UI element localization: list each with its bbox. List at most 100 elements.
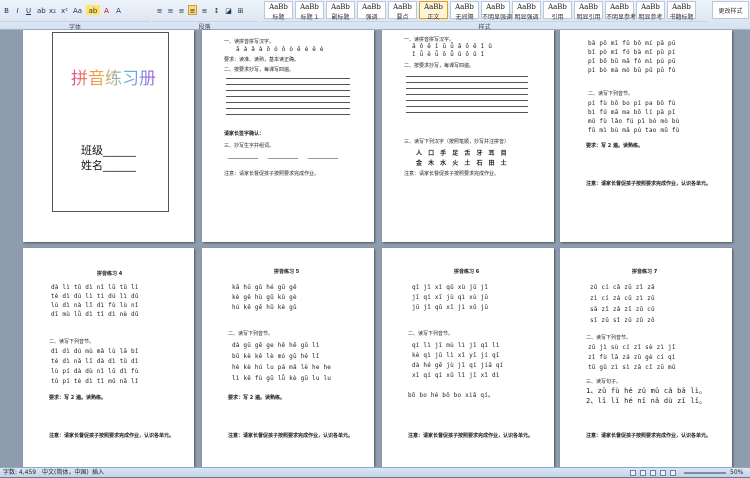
style-2-button[interactable]: AaBb 副标题 xyxy=(326,1,355,21)
pinyin-row: tǔ pí tè dì tǐ mǔ nǎ lǐ xyxy=(51,378,139,385)
web-layout-icon[interactable] xyxy=(650,470,656,476)
p8-heading-3: 三、读写句子。 xyxy=(586,379,622,385)
pinyin-row: lù dì nà lǐ dì fù lù nǐ xyxy=(51,302,139,309)
char-border-icon[interactable]: A xyxy=(114,5,123,15)
status-bar: 字数: 4,459 中文(简体，中国) 插入 50% xyxy=(0,467,750,477)
cover-title: 拼音练习册 xyxy=(71,64,156,89)
p5-note: 注意：请家长督促孩子按照要求完成作业，认识各单元。 xyxy=(49,433,175,439)
style-8-button[interactable]: AaBb 明显强调 xyxy=(512,1,541,21)
print-layout-icon[interactable] xyxy=(630,470,636,476)
document-workspace: 拼音练习册 班级______ 姓名______ 一、读拼音拼写汉字。 ā á ǎ… xyxy=(0,30,750,467)
pinyin-row: dà gū gē ge hē hē gǔ lì xyxy=(232,342,320,349)
style-12-button[interactable]: AaBb 明显参考 xyxy=(636,1,665,21)
pinyin-row: dī mù lǜ dì tǐ dì nè dǔ xyxy=(51,311,139,318)
pinyin-row: zǔ cí cǎ zū zǐ zā xyxy=(590,284,655,291)
style-3-button[interactable]: AaBb 强调 xyxy=(357,1,386,21)
p3-chars-row-1: 人 口 手 足 舌 牙 耳 目 xyxy=(416,150,509,157)
p5-heading-2: 二、读写下列音节。 xyxy=(49,339,95,345)
zoom-slider[interactable] xyxy=(684,472,726,474)
p6-note: 注意：请家长督促孩子按照要求完成作业，认识各单元。 xyxy=(228,433,354,439)
pinyin-row: qī jǐ xǐ qǔ xù jū jǐ xyxy=(412,284,489,291)
class-field: 班级______ xyxy=(81,144,136,157)
pinyin-row: lì kě fù gū lǚ kè gū lu lu xyxy=(232,375,332,382)
underline-button[interactable]: U xyxy=(24,5,33,15)
style-0-button[interactable]: AaBb 标题 xyxy=(264,1,293,21)
superscript-icon[interactable]: x² xyxy=(60,5,69,15)
ribbon: B I U ab x₂ x² Aa ab A A 字体 ≡ ≡ ≡ ≡ ≡ ↕ … xyxy=(0,0,750,31)
style-5-button[interactable]: AaBb 正文 xyxy=(419,1,448,21)
bold-button[interactable]: B xyxy=(2,5,11,15)
p8-sentence-1: 1、zǔ fù hé zǔ mǔ cǎ bǎ lì。 xyxy=(586,387,707,395)
style-13-button[interactable]: AaBb 书籍标题 xyxy=(667,1,696,21)
p5-requirement: 要求：写 2 遍。读熟练。 xyxy=(49,395,106,401)
pinyin-row: pī bō bǔ mā fó mì pú pū xyxy=(588,58,676,65)
pinyin-row: lù pí dà dù nǐ lǔ dì fù xyxy=(51,368,139,375)
page-4: bā pō mī fū bō mí pā pū bǐ pò mǐ fó bà mǐ… xyxy=(560,30,732,242)
pinyin-row: sī zǔ sǐ zū zǔ zǒ xyxy=(590,317,655,324)
p3-chars-row-2: 金 木 水 火 土 石 田 土 xyxy=(416,160,509,167)
p3-heading: 一、读拼音拼写汉字。 xyxy=(404,37,455,43)
distributed-icon[interactable]: ≡ xyxy=(200,5,209,15)
italic-button[interactable]: I xyxy=(13,5,22,15)
styles-group-label: 样式 xyxy=(262,21,707,31)
style-sample: AaBb xyxy=(455,3,474,11)
style-4-button[interactable]: AaBb 要点 xyxy=(388,1,417,21)
font-group-label: 字体 xyxy=(0,21,150,31)
p2-pinyin-row: ā á ǎ à ō ó ǒ ò ē é ě è xyxy=(236,46,324,53)
font-color-icon[interactable]: A xyxy=(102,5,111,15)
pinyin-row: xī qí qí xǔ lǐ jī xǐ dì xyxy=(412,372,500,379)
pinyin-row: pí bò mà mò bū pǔ pū fù xyxy=(588,67,676,74)
pinyin-row: jī qí xī jù qì xù jū xyxy=(412,294,489,301)
align-center-icon[interactable]: ≡ xyxy=(166,5,175,15)
draft-icon[interactable] xyxy=(670,470,676,476)
style-7-button[interactable]: AaBb 不明显强调 xyxy=(481,1,513,21)
p7-title: 拼音练习 6 xyxy=(454,269,480,275)
align-right-icon[interactable]: ≡ xyxy=(177,5,186,15)
style-6-button[interactable]: AaBb 无间隔 xyxy=(450,1,479,21)
page-3: 一、读拼音拼写汉字。 ā ō ē ī ū ǖ ǎ ǒ ě ǐ ǔ ǐ ǖ ě ǖ… xyxy=(382,30,554,242)
change-case-icon[interactable]: Aa xyxy=(72,5,82,15)
p3-note: 注意：请家长督促孩子按照要求完成作业。 xyxy=(404,171,500,177)
pinyin-row: zǐ fù lā zá zǔ gè cí qì xyxy=(588,354,676,361)
shading-icon[interactable]: ◪ xyxy=(224,5,233,15)
style-label: 无间隔 xyxy=(455,14,474,21)
pinyin-row: sā zǐ zǎ zī zǔ cū xyxy=(590,306,655,313)
p8-sentence-2: 2、lǐ lǐ hé nǐ nǎ dù zǐ lǐ。 xyxy=(586,397,707,405)
line-spacing-icon[interactable]: ↕ xyxy=(212,5,221,15)
p7-sentence: bō bo hé bō bo xiǎ qí。 xyxy=(408,392,495,399)
style-11-button[interactable]: AaBb 不明显参考 xyxy=(605,1,637,21)
pinyin-row: kè gē hù gǔ kǔ gè xyxy=(232,294,297,301)
borders-icon[interactable]: ⊞ xyxy=(236,5,245,15)
change-styles-button[interactable]: 更改样式 xyxy=(712,1,749,19)
pinyin-row: tè dì nǎ lǐ dà dì tǔ dì xyxy=(51,358,139,365)
style-10-button[interactable]: AaBb 明显引用 xyxy=(574,1,603,21)
style-label: 不明显强调 xyxy=(482,14,513,21)
align-left-icon[interactable]: ≡ xyxy=(155,5,164,15)
pinyin-row: bā pō mī fū bō mí pā pū xyxy=(588,40,676,47)
pinyin-row: dà hé gē jù jī qí jiā qí xyxy=(412,362,504,369)
style-sample: AaBb xyxy=(331,3,350,11)
page-7: 拼音练习 6 qī jǐ xǐ qǔ xù jū jǐ jī qí xī jù q… xyxy=(382,248,554,467)
p6-title: 拼音练习 5 xyxy=(274,269,300,275)
full-screen-icon[interactable] xyxy=(640,470,646,476)
style-sample: AaBb xyxy=(610,3,629,11)
p2-note: 注意：请家长督促孩子按照要求完成作业。 xyxy=(224,171,320,177)
style-label: 明显参考 xyxy=(638,14,663,21)
page-2: 一、读拼音拼写汉字。 ā á ǎ à ō ó ǒ ò ē é ě è 要求：读准… xyxy=(202,30,374,242)
pinyin-row: kā hū gǔ hé gū gē xyxy=(232,284,297,291)
p6-requirement: 要求：写 2 遍。读熟练。 xyxy=(228,395,285,401)
style-label: 不明显参考 xyxy=(606,14,637,21)
style-1-button[interactable]: AaBb 标题 1 xyxy=(295,1,324,21)
justify-icon[interactable]: ≡ xyxy=(188,5,197,15)
p2-heading-3: 三、抄写生字并组词。 xyxy=(224,143,275,149)
style-9-button[interactable]: AaBb 引用 xyxy=(543,1,572,21)
highlight-color-icon[interactable]: ab xyxy=(86,5,100,15)
strikethrough-icon[interactable]: ab xyxy=(36,5,46,15)
style-sample: AaBb xyxy=(269,3,288,11)
pinyin-row: mǔ fù lǎo fú pī bó mò bù xyxy=(588,118,680,125)
subscript-icon[interactable]: x₂ xyxy=(48,5,57,15)
name-field: 姓名______ xyxy=(81,159,136,172)
outline-icon[interactable] xyxy=(660,470,666,476)
page-6: 拼音练习 5 kā hū gǔ hé gū gē kè gē hù gǔ kǔ g… xyxy=(202,248,374,467)
style-sample: AaBb xyxy=(672,3,691,11)
